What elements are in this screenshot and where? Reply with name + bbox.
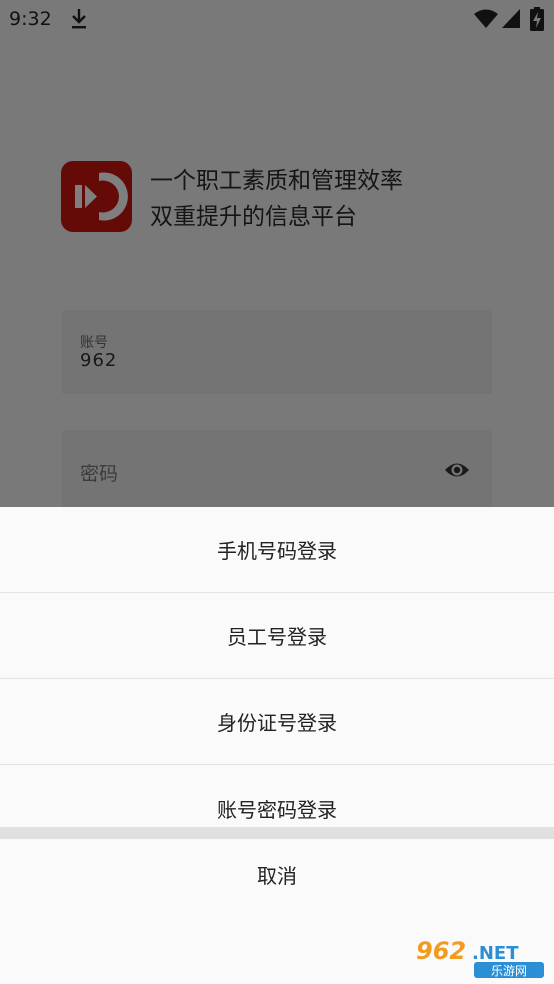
svg-text:.NET: .NET	[472, 943, 519, 964]
watermark-logo: 962 .NET 乐游网	[416, 937, 544, 978]
svg-text:962: 962	[416, 937, 466, 965]
cancel-button[interactable]: 取消	[0, 839, 554, 909]
sheet-divider	[0, 827, 554, 839]
employee-id-login-option[interactable]: 员工号登录	[0, 593, 554, 679]
phone-login-option[interactable]: 手机号码登录	[0, 507, 554, 593]
id-card-login-option[interactable]: 身份证号登录	[0, 679, 554, 765]
svg-text:乐游网: 乐游网	[491, 964, 527, 978]
login-method-sheet: 手机号码登录 员工号登录 身份证号登录 账号密码登录 取消	[0, 507, 554, 984]
